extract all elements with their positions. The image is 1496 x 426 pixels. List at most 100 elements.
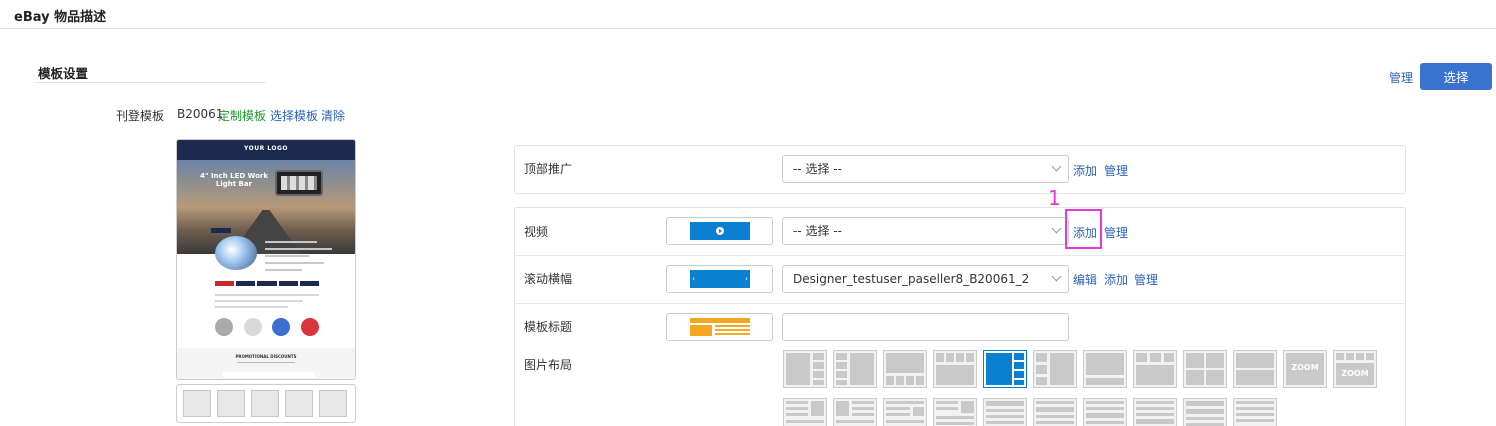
- product-thumb-icon: [272, 318, 291, 336]
- layout-option[interactable]: [883, 350, 927, 388]
- section-divider: [34, 82, 266, 83]
- preview-tabs: [215, 281, 320, 286]
- desc-line: [215, 306, 288, 308]
- layout-option[interactable]: [783, 398, 827, 426]
- layout-option-zoom[interactable]: ZOOM: [1283, 350, 1327, 388]
- desc-line: [215, 294, 319, 296]
- custom-template-link[interactable]: 定制模板: [218, 107, 266, 124]
- layout-option-selected[interactable]: [983, 350, 1027, 388]
- video-preview-graphic: [690, 222, 750, 240]
- zoom-label: ZOOM: [1341, 369, 1369, 378]
- banner-add-link[interactable]: 添加: [1104, 271, 1128, 288]
- chevron-down-icon: [1051, 271, 1062, 282]
- product-thumb-icon: [215, 318, 233, 336]
- top-promo-manage-link[interactable]: 管理: [1104, 162, 1128, 179]
- template-title-input[interactable]: [782, 313, 1069, 341]
- title-preview-line: [715, 329, 750, 331]
- preview-logo-bar: YOUR LOGO: [177, 140, 355, 160]
- video-select[interactable]: -- 选择 --: [782, 217, 1069, 245]
- preview-tab: [299, 281, 320, 286]
- banner-edit-link[interactable]: 编辑: [1073, 271, 1097, 288]
- page-title: eBay 物品描述: [14, 10, 107, 25]
- layout-option[interactable]: [1233, 350, 1277, 388]
- preview-specs: [265, 236, 339, 276]
- thumbnail-slot[interactable]: [183, 390, 211, 417]
- layout-option[interactable]: [833, 350, 877, 388]
- banner-preview-graphic: ‹ ›: [690, 270, 750, 288]
- spec-line: [265, 269, 302, 271]
- title-style-preview[interactable]: [666, 313, 773, 341]
- preview-tab: [236, 281, 256, 286]
- preview-promo-title: PROMOTIONAL DISCOUNTS: [235, 354, 297, 359]
- video-style-preview[interactable]: [666, 217, 773, 245]
- template-preview[interactable]: YOUR LOGO 4" Inch LED Work Light Bar PRO…: [176, 139, 356, 380]
- preview-product-icons: [215, 318, 319, 336]
- zoom-label: ZOOM: [1291, 363, 1319, 372]
- video-select-value: -- 选择 --: [793, 224, 842, 238]
- layout-option-zoom[interactable]: ZOOM: [1333, 350, 1377, 388]
- preview-hero-button: [211, 228, 231, 233]
- preview-tab: [257, 281, 277, 286]
- preview-promo-subline: [237, 362, 295, 363]
- banner-manage-link[interactable]: 管理: [1134, 271, 1158, 288]
- layout-option[interactable]: [1183, 350, 1227, 388]
- chevron-down-icon: [1051, 161, 1062, 172]
- listing-template-label: 刊登模板: [116, 109, 165, 123]
- layout-option[interactable]: [983, 398, 1027, 426]
- layout-option[interactable]: [1233, 398, 1277, 426]
- top-promo-select[interactable]: -- 选择 --: [782, 155, 1069, 183]
- layout-option[interactable]: [1033, 350, 1077, 388]
- layout-option[interactable]: [1033, 398, 1077, 426]
- spec-line: [265, 262, 325, 264]
- annotation-highlight-box: [1065, 209, 1102, 249]
- thumbnail-slot[interactable]: [285, 390, 313, 417]
- preview-lamp-image: [275, 170, 323, 196]
- annotation-number: 1: [1048, 186, 1061, 210]
- preview-description: [215, 290, 319, 312]
- layout-option[interactable]: [883, 398, 927, 426]
- layout-option[interactable]: [1083, 350, 1127, 388]
- preview-logo: YOUR LOGO: [243, 145, 289, 152]
- layout-option[interactable]: [933, 398, 977, 426]
- layout-option[interactable]: [1083, 398, 1127, 426]
- preview-tab: [215, 281, 235, 286]
- layout-option[interactable]: [1133, 350, 1177, 388]
- page-header: eBay 物品描述: [0, 0, 1496, 29]
- choose-template-link[interactable]: 选择模板: [270, 107, 318, 124]
- image-layout-label: 图片布局: [524, 358, 573, 372]
- video-manage-link[interactable]: 管理: [1104, 224, 1128, 241]
- select-button[interactable]: 选择: [1420, 63, 1492, 90]
- template-code: B20061: [177, 107, 224, 121]
- top-promo-add-link[interactable]: 添加: [1073, 162, 1097, 179]
- preview-promo-section: PROMOTIONAL DISCOUNTS: [177, 348, 355, 379]
- preview-promo-row: [223, 372, 315, 378]
- section-title: 模板设置: [38, 66, 89, 81]
- banner-select[interactable]: Designer_testuser_paseller8_B20061_2: [782, 265, 1069, 293]
- title-preview-block: [690, 325, 712, 336]
- chevron-right-icon: ›: [744, 274, 748, 283]
- layout-option[interactable]: [1183, 398, 1227, 426]
- layout-option[interactable]: [1133, 398, 1177, 426]
- layout-option[interactable]: [833, 398, 877, 426]
- thumbnail-slot[interactable]: [319, 390, 347, 417]
- thumbnail-slot[interactable]: [217, 390, 245, 417]
- spec-line: [265, 241, 317, 243]
- layout-option[interactable]: [933, 350, 977, 388]
- product-thumb-icon: [300, 318, 319, 336]
- preview-hero-title: 4" Inch LED Work Light Bar: [200, 172, 268, 188]
- product-thumb-icon: [243, 318, 262, 336]
- desc-line: [215, 300, 304, 302]
- title-preview-line: [715, 325, 750, 327]
- banner-select-value: Designer_testuser_paseller8_B20061_2: [793, 272, 1030, 286]
- thumbnail-slot[interactable]: [251, 390, 279, 417]
- row-divider: [515, 255, 1405, 256]
- layout-option[interactable]: [783, 350, 827, 388]
- banner-style-preview[interactable]: ‹ ›: [666, 265, 773, 293]
- template-title-label: 模板标题: [524, 320, 573, 334]
- top-promo-label: 顶部推广: [524, 162, 573, 176]
- top-promo-select-value: -- 选择 --: [793, 162, 842, 176]
- banner-label: 滚动横幅: [524, 272, 573, 286]
- clear-template-link[interactable]: 清除: [321, 107, 345, 124]
- row-divider: [515, 303, 1405, 304]
- manage-link[interactable]: 管理: [1389, 69, 1413, 86]
